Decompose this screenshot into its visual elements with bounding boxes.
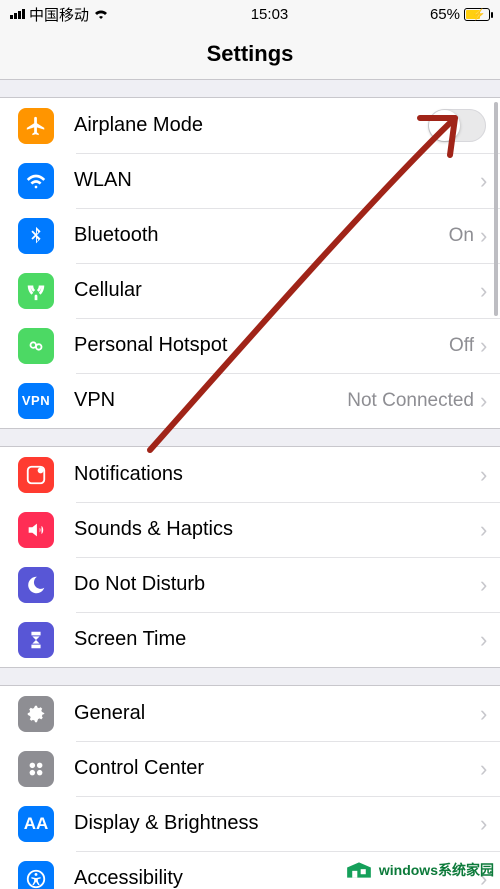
hotspot-icon [18,328,54,364]
row-general[interactable]: General › [0,686,500,741]
chevron-icon: › [480,811,500,837]
header: Settings [0,28,500,80]
controlcenter-label: Control Center [54,757,480,780]
sounds-label: Sounds & Haptics [54,518,480,541]
row-controlcenter[interactable]: Control Center › [0,741,500,796]
vpn-value: Not Connected [347,390,480,412]
status-right: 65% ⚡ [430,6,490,23]
wlan-icon [18,163,54,199]
status-bar: 中国移动 15:03 65% ⚡ [0,0,500,28]
chevron-icon: › [480,388,500,414]
settings-screen: 中国移动 15:03 65% ⚡ Settings Airplane Mode [0,0,500,889]
row-airplane-mode[interactable]: Airplane Mode [0,98,500,153]
clock: 15:03 [251,6,289,23]
airplane-switch[interactable] [428,109,486,142]
notifications-icon [18,457,54,493]
battery-percentage: 65% [430,6,460,23]
page-title: Settings [207,41,294,67]
watermark: windows系统家园 [342,859,494,881]
chevron-icon: › [480,701,500,727]
bluetooth-icon [18,218,54,254]
dnd-icon [18,567,54,603]
row-screentime[interactable]: Screen Time › [0,612,500,667]
row-dnd[interactable]: Do Not Disturb › [0,557,500,612]
general-label: General [54,702,480,725]
scroll-indicator [494,102,498,316]
chevron-icon: › [480,627,500,653]
airplane-label: Airplane Mode [54,114,428,137]
chevron-icon: › [480,756,500,782]
wifi-icon [93,6,109,23]
row-bluetooth[interactable]: Bluetooth On › [0,208,500,263]
dnd-label: Do Not Disturb [54,573,480,596]
vpn-icon: VPN [18,383,54,419]
cellular-signal-icon [10,9,25,19]
vpn-badge-text: VPN [22,393,50,408]
hotspot-value: Off [449,335,480,357]
row-sounds[interactable]: Sounds & Haptics › [0,502,500,557]
display-label: Display & Brightness [54,812,480,835]
vpn-label: VPN [54,389,347,412]
display-badge-text: AA [24,814,49,834]
hotspot-label: Personal Hotspot [54,334,449,357]
chevron-icon: › [480,333,500,359]
accessibility-icon [18,861,54,889]
wlan-label: WLAN [54,169,480,192]
row-vpn[interactable]: VPN VPN Not Connected › [0,373,500,428]
cellular-label: Cellular [54,279,480,302]
notifications-label: Notifications [54,463,480,486]
screentime-label: Screen Time [54,628,480,651]
sounds-icon [18,512,54,548]
settings-group-network: Airplane Mode WLAN › Bluetooth On › Cell… [0,97,500,429]
settings-group-notifications: Notifications › Sounds & Haptics › Do No… [0,446,500,668]
status-left: 中国移动 [10,4,109,25]
battery-icon: ⚡ [464,8,490,21]
chevron-icon: › [480,572,500,598]
chevron-icon: › [480,517,500,543]
row-wlan[interactable]: WLAN › [0,153,500,208]
cellular-icon [18,273,54,309]
controlcenter-icon [18,751,54,787]
general-icon [18,696,54,732]
screentime-icon [18,622,54,658]
airplane-icon [18,108,54,144]
bluetooth-label: Bluetooth [54,224,449,247]
row-notifications[interactable]: Notifications › [0,447,500,502]
watermark-text: windows系统家园 [379,860,494,880]
row-cellular[interactable]: Cellular › [0,263,500,318]
bluetooth-value: On [449,225,480,247]
row-display[interactable]: AA Display & Brightness › [0,796,500,851]
chevron-icon: › [480,462,500,488]
carrier-label: 中国移动 [29,4,89,25]
display-icon: AA [18,806,54,842]
row-hotspot[interactable]: Personal Hotspot Off › [0,318,500,373]
